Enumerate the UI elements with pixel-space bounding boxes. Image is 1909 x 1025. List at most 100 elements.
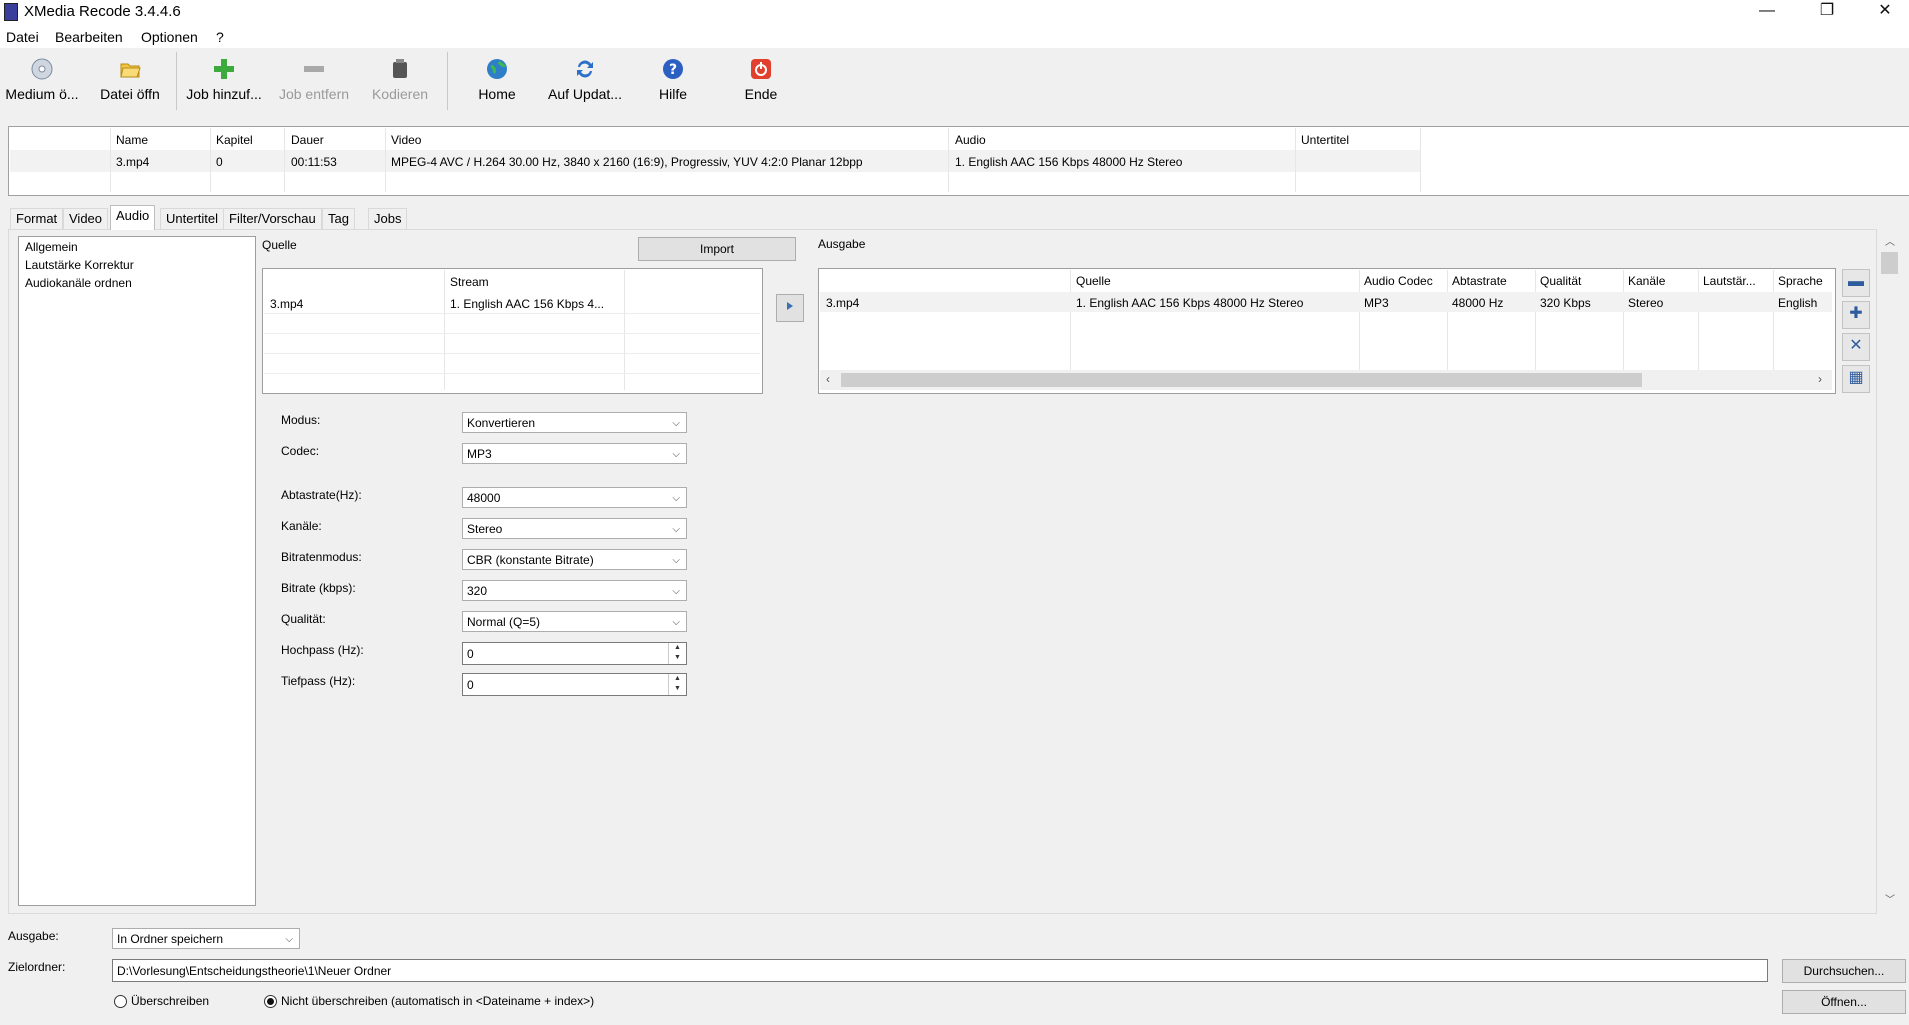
toolbar-separator [447, 52, 448, 110]
column-header-stream[interactable]: Stream [450, 275, 489, 289]
panel-vscrollbar[interactable] [1881, 233, 1899, 909]
column-header-video[interactable]: Video [391, 133, 421, 147]
source-cell-stream[interactable]: 1. English AAC 156 Kbps 4... [450, 297, 604, 311]
tab-filter-vorschau[interactable]: Filter/Vorschau [223, 208, 322, 229]
output-cell-quelle[interactable]: 1. English AAC 156 Kbps 48000 Hz Stereo [1076, 296, 1303, 310]
zielordner-input[interactable]: D:\Vorlesung\Entscheidungstheorie\1\Neue… [112, 959, 1768, 982]
browse-button[interactable]: Durchsuchen... [1782, 959, 1906, 983]
output-cell-file[interactable]: 3.mp4 [826, 296, 859, 310]
tab-video[interactable]: Video [63, 208, 109, 229]
output-cell-abtastrate[interactable]: 48000 Hz [1452, 296, 1503, 310]
column-header-audio-codec[interactable]: Audio Codec [1364, 274, 1433, 288]
open-medium-button[interactable]: Medium ö... [2, 58, 82, 108]
scroll-right-icon[interactable]: › [1818, 372, 1822, 386]
scrollbar-thumb[interactable] [1881, 252, 1898, 274]
column-divider [1623, 270, 1624, 370]
tab-audio[interactable]: Audio [110, 205, 156, 230]
column-header-name[interactable]: Name [116, 133, 148, 147]
hochpass-stepper[interactable]: 0 ▲ ▼ [462, 642, 687, 665]
output-cell-codec[interactable]: MP3 [1364, 296, 1389, 310]
add-job-button[interactable]: Job hinzuf... [182, 58, 266, 108]
folder-open-icon [120, 63, 141, 78]
source-stream-table[interactable] [262, 268, 763, 394]
help-button[interactable]: ? Hilfe [638, 58, 708, 108]
no-overwrite-label[interactable]: Nicht überschreiben (automatisch in <Dat… [281, 994, 594, 1008]
column-header-sprache[interactable]: Sprache [1778, 274, 1823, 288]
remove-job-button[interactable]: Job entfern [272, 58, 356, 108]
label-hochpass: Hochpass (Hz): [281, 643, 364, 657]
nav-item-lautstaerke[interactable]: Lautstärke Korrektur [25, 258, 134, 272]
stepper-arrows-icon[interactable]: ▲ ▼ [668, 643, 686, 664]
open-file-button[interactable]: Datei öffn [92, 58, 168, 108]
menu-optionen[interactable]: Optionen [141, 29, 198, 45]
column-header-kapitel[interactable]: Kapitel [216, 133, 253, 147]
nav-item-allgemein[interactable]: Allgemein [25, 240, 78, 254]
source-cell-file[interactable]: 3.mp4 [270, 297, 303, 311]
column-header-kanaele[interactable]: Kanäle [1628, 274, 1665, 288]
nav-item-audiokanaele[interactable]: Audiokanäle ordnen [25, 276, 132, 290]
job-cell-dauer[interactable]: 00:11:53 [291, 155, 337, 169]
tab-tag[interactable]: Tag [322, 208, 355, 229]
output-cell-sprache[interactable]: English [1778, 296, 1817, 310]
import-button[interactable]: Import [638, 237, 796, 261]
column-header-qualitaet[interactable]: Qualität [1540, 274, 1581, 288]
bitrate-select[interactable]: 320 ⌵ [462, 580, 687, 601]
menu-bearbeiten[interactable]: Bearbeiten [55, 29, 123, 45]
column-header-untertitel[interactable]: Untertitel [1301, 133, 1349, 147]
menu-datei[interactable]: Datei [6, 29, 39, 45]
qualitaet-select[interactable]: Normal (Q=5) ⌵ [462, 611, 687, 632]
column-header-abtastrate[interactable]: Abtastrate [1452, 274, 1507, 288]
menu-bar [0, 24, 1909, 48]
job-cell-name[interactable]: 3.mp4 [116, 155, 149, 169]
no-overwrite-radio[interactable] [264, 995, 277, 1008]
scroll-left-icon[interactable]: ‹ [826, 372, 830, 386]
minimize-button[interactable]: — [1744, 0, 1790, 24]
x-icon: ✕ [1849, 337, 1863, 354]
column-header-lautstaerke[interactable]: Lautstär... [1703, 274, 1756, 288]
scrollbar-thumb[interactable] [841, 373, 1642, 387]
scroll-down-icon[interactable]: ﹀ [1885, 891, 1895, 906]
row-divider [264, 333, 760, 334]
toolbar-label: Job hinzuf... [186, 86, 262, 102]
column-header-dauer[interactable]: Dauer [291, 133, 324, 147]
arrow-right-icon [787, 302, 793, 310]
tab-format[interactable]: Format [10, 208, 64, 229]
ausgabe-select[interactable]: In Ordner speichern ⌵ [112, 928, 300, 949]
column-divider [948, 128, 949, 192]
menu-help[interactable]: ? [216, 29, 224, 45]
job-cell-kapitel[interactable]: 0 [216, 155, 223, 169]
job-cell-audio[interactable]: 1. English AAC 156 Kbps 48000 Hz Stereo [955, 155, 1182, 169]
tab-jobs[interactable]: Jobs [368, 208, 408, 229]
modus-select[interactable]: Konvertieren ⌵ [462, 412, 687, 433]
open-button[interactable]: Öffnen... [1782, 990, 1906, 1014]
add-stream-button[interactable]: ✚ [1842, 301, 1870, 329]
restore-button[interactable]: ❐ [1804, 0, 1850, 24]
column-divider [284, 128, 285, 192]
column-header-audio[interactable]: Audio [955, 133, 986, 147]
tiefpass-stepper[interactable]: 0 ▲ ▼ [462, 673, 687, 696]
tab-untertitel[interactable]: Untertitel [160, 208, 225, 229]
audio-nav-list[interactable] [18, 236, 256, 906]
column-header-quelle[interactable]: Quelle [1076, 274, 1111, 288]
output-cell-qualitaet[interactable]: 320 Kbps [1540, 296, 1591, 310]
stream-grid-button[interactable]: ▦ [1842, 365, 1870, 393]
abtastrate-select[interactable]: 48000 ⌵ [462, 487, 687, 508]
overwrite-radio[interactable] [114, 995, 127, 1008]
kanaele-select[interactable]: Stereo ⌵ [462, 518, 687, 539]
encode-button[interactable]: Kodieren [362, 58, 438, 108]
codec-select[interactable]: MP3 ⌵ [462, 443, 687, 464]
output-cell-kanaele[interactable]: Stereo [1628, 296, 1663, 310]
stepper-arrows-icon[interactable]: ▲ ▼ [668, 674, 686, 695]
exit-button[interactable]: Ende [726, 58, 796, 108]
remove-stream-button[interactable]: ▬ [1842, 269, 1870, 297]
scroll-up-icon[interactable]: ︿ [1885, 233, 1895, 248]
overwrite-label[interactable]: Überschreiben [131, 994, 209, 1008]
add-to-output-button[interactable] [776, 294, 804, 322]
label-qualitaet: Qualität: [281, 612, 326, 626]
check-update-button[interactable]: Auf Updat... [540, 58, 630, 108]
delete-stream-button[interactable]: ✕ [1842, 333, 1870, 361]
home-button[interactable]: Home [462, 58, 532, 108]
bitratenmodus-select[interactable]: CBR (konstante Bitrate) ⌵ [462, 549, 687, 570]
close-button[interactable]: ✕ [1862, 0, 1908, 24]
job-cell-video[interactable]: MPEG-4 AVC / H.264 30.00 Hz, 3840 x 2160… [391, 155, 863, 169]
